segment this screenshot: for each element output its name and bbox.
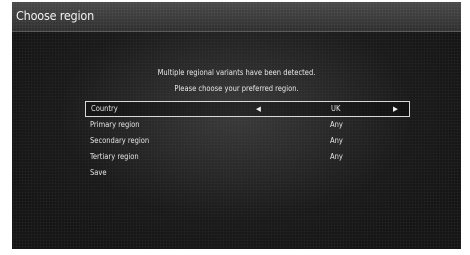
save-label: Save — [90, 168, 107, 177]
message-line-1: Multiple regional variants have been det… — [157, 68, 316, 77]
tertiary-region-value: Any — [330, 152, 343, 161]
primary-region-label: Primary region — [90, 120, 140, 129]
region-menu: Country ◀ UK ▶ Primary region Any Second… — [85, 101, 410, 181]
primary-region-value: Any — [330, 120, 343, 129]
triangle-right-icon[interactable]: ▶ — [393, 104, 398, 114]
country-row[interactable]: Country ◀ UK ▶ — [85, 101, 410, 117]
tertiary-region-label: Tertiary region — [90, 152, 139, 161]
secondary-region-value: Any — [330, 136, 343, 145]
country-label: Country — [91, 104, 118, 113]
secondary-region-row[interactable]: Secondary region Any — [85, 133, 410, 149]
save-button[interactable]: Save — [85, 165, 410, 181]
primary-region-row[interactable]: Primary region Any — [85, 117, 410, 133]
country-value: UK — [331, 104, 341, 113]
tertiary-region-row[interactable]: Tertiary region Any — [85, 149, 410, 165]
title-bar: Choose region — [12, 2, 461, 32]
secondary-region-label: Secondary region — [90, 136, 150, 145]
triangle-left-icon[interactable]: ◀ — [256, 104, 261, 114]
message-line-2: Please choose your preferred region. — [174, 84, 299, 93]
page-title: Choose region — [16, 8, 95, 23]
tv-screen: Choose region Multiple regional variants… — [12, 2, 461, 249]
